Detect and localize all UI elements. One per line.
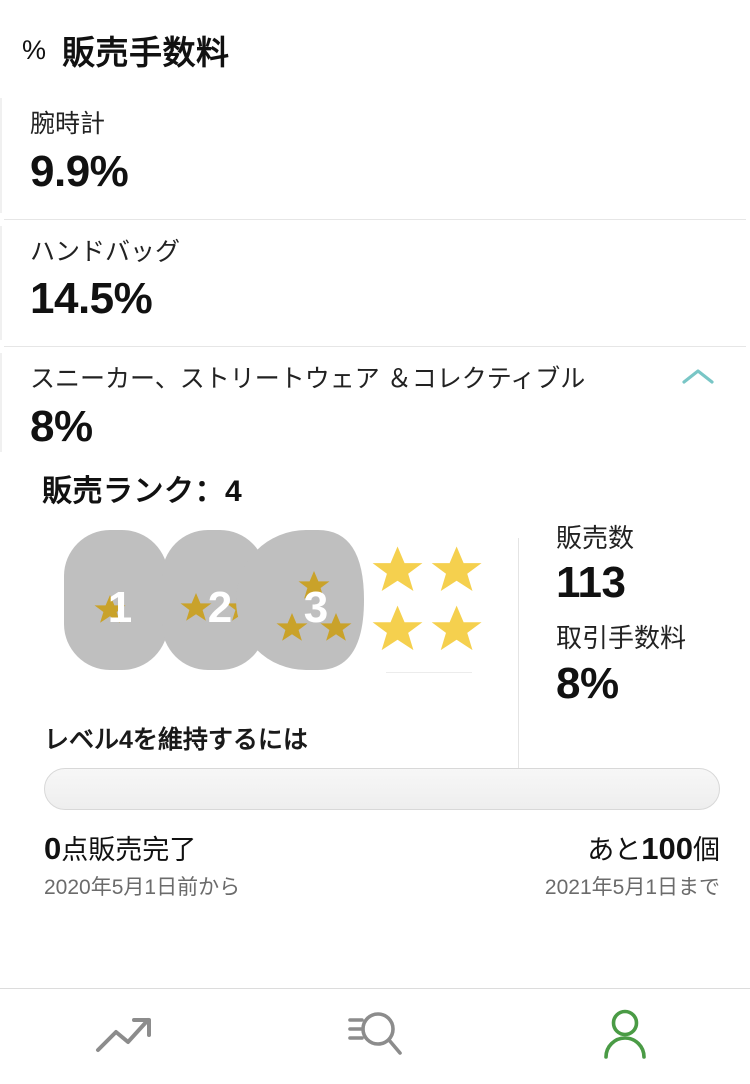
rank-badges-area: 1 2 3 (30, 510, 500, 711)
svg-text:2: 2 (208, 583, 232, 632)
progress-remaining-prefix: あと (587, 835, 642, 866)
page-title: 販売手数料 (62, 34, 230, 71)
stat-transaction-fee: 取引手数料 8% (556, 620, 686, 710)
rank-stats-area: 販売数 113 取引手数料 8% (556, 510, 686, 711)
progress-end-date: 2021年5月1日まで (544, 876, 720, 900)
rank-stars-earned (372, 546, 482, 650)
rank-title: 販売ランク：4 (42, 474, 243, 508)
panel-vertical-divider (518, 537, 519, 778)
stat-value: 113 (556, 558, 626, 608)
svg-text:1: 1 (108, 583, 132, 632)
fee-percent-value: 8% (30, 401, 93, 451)
trending-up-icon (94, 1010, 156, 1063)
rank-badge-1: 1 (64, 529, 168, 670)
progress-remaining-text: あと100個 (545, 828, 720, 867)
fee-section-handbags[interactable]: ハンドバッグ 14.5% (0, 220, 750, 347)
fee-percent-value: 14.5% (30, 274, 153, 323)
progress-sold-count: 0 (44, 831, 62, 867)
progress-remaining-info: あと100個 2021年5月1日まで (545, 828, 720, 901)
progress-sold-suffix: 点販売完了 (61, 835, 197, 866)
stars-underline (386, 671, 472, 673)
level-progress-section: レベル4を維持するには 0点販売完了 2020年5月1日前から あと100個 2… (0, 710, 750, 901)
stat-value: 8% (556, 658, 619, 708)
search-list-icon (344, 1006, 406, 1067)
stat-label: 販売数 (556, 522, 635, 553)
bottom-navigation (0, 988, 750, 1084)
progress-remaining-suffix: 個 (693, 835, 720, 866)
nav-item-account[interactable] (500, 989, 750, 1084)
chevron-up-icon[interactable] (680, 366, 716, 393)
fee-section-sneakers[interactable]: スニーカー、ストリートウェア ＆コレクティブル 8% (0, 347, 750, 458)
progress-start-date: 2020年5月1日前から (44, 876, 241, 900)
fee-category-label: スニーカー、ストリートウェア ＆コレクティブル (30, 365, 586, 393)
fee-category-label: ハンドバッグ (30, 237, 181, 266)
fee-section-watches[interactable]: 腕時計 9.9% (0, 92, 750, 219)
progress-title: レベル4を維持するには (44, 726, 308, 755)
percent-icon: % (22, 34, 47, 65)
progress-sold-text: 0点販売完了 (44, 828, 240, 867)
fee-category-label: 腕時計 (30, 110, 106, 138)
stat-label: 取引手数料 (556, 622, 687, 653)
stat-sales-count: 販売数 113 (556, 520, 686, 610)
nav-item-trends[interactable] (0, 989, 250, 1084)
progress-remaining-count: 100 (641, 831, 693, 867)
person-icon (596, 1005, 654, 1068)
page-header: % 販売手数料 (0, 0, 750, 92)
progress-bar (44, 768, 720, 811)
fee-rank-screen: % 販売手数料 腕時計 9.9% ハンドバッグ 14.5% スニーカー、ストリー… (0, 0, 750, 1084)
fee-percent-value: 9.9% (30, 146, 129, 196)
svg-text:3: 3 (304, 583, 328, 632)
progress-start-info: 0点販売完了 2020年5月1日前から (44, 828, 240, 901)
rank-badge-group: 1 2 3 (64, 529, 364, 670)
nav-item-search[interactable] (250, 989, 500, 1084)
seller-rank-panel: 販売ランク：4 1 2 3 販売数 113 取引手数料 8% (0, 458, 750, 778)
